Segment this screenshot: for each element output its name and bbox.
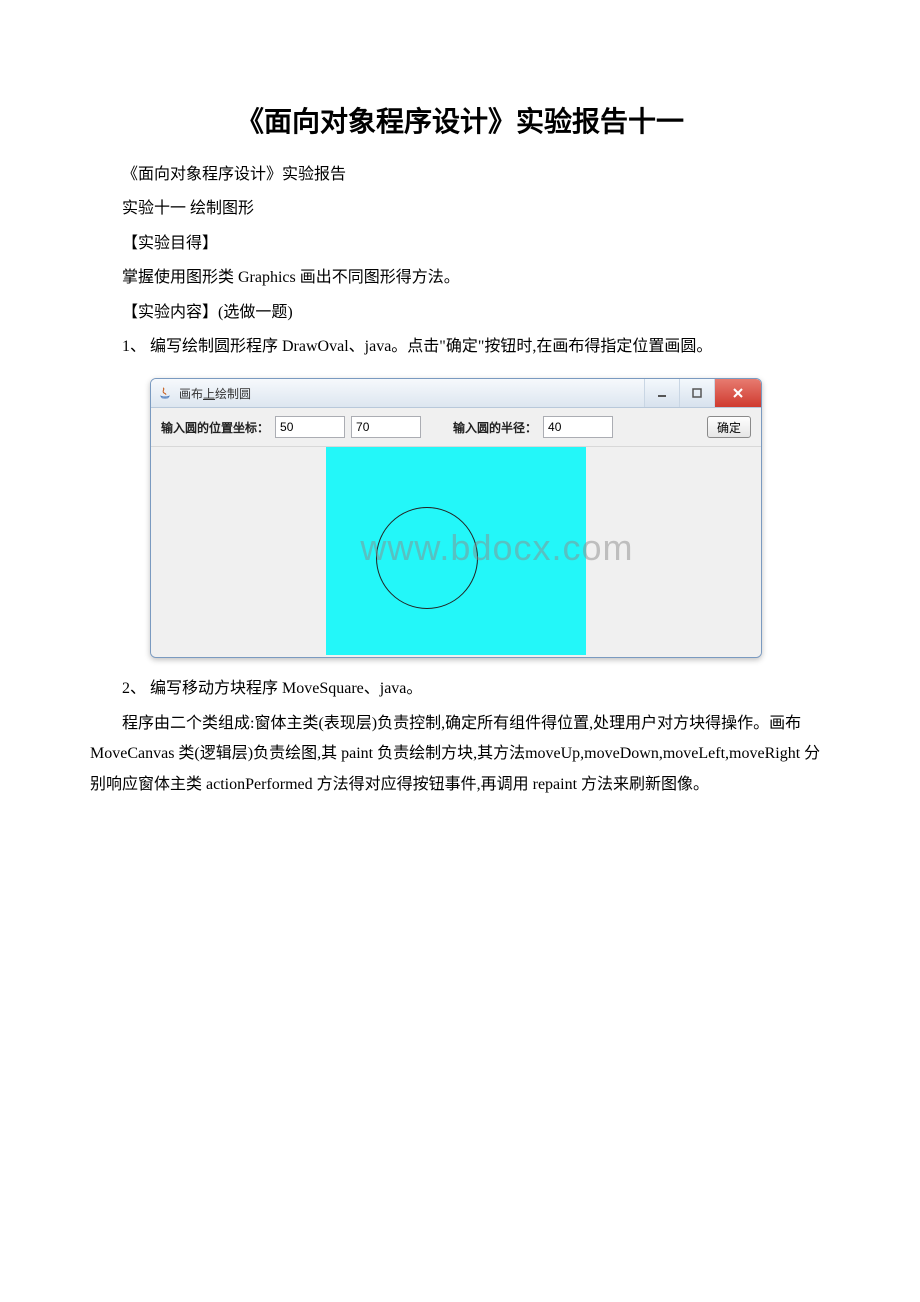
input-x[interactable]	[275, 416, 345, 438]
window-controls	[644, 379, 761, 407]
para-task-2-body: 程序由二个类组成:窗体主类(表现层)负责控制,确定所有组件得位置,处理用户对方块…	[90, 709, 830, 800]
window-title: 画布上绘制圆	[179, 385, 644, 402]
label-radius: 输入圆的半径：	[453, 419, 537, 436]
close-button[interactable]	[714, 379, 761, 407]
java-icon	[157, 385, 173, 401]
input-radius[interactable]	[543, 416, 613, 438]
app-window: 画布上绘制圆 输入圆的位置坐标：	[150, 378, 762, 658]
para-task-2: 2、 编写移动方块程序 MoveSquare、java。	[90, 674, 830, 704]
window-title-prefix: 画布	[179, 387, 203, 401]
window-title-emph: 上	[203, 387, 215, 401]
para-purpose-body: 掌握使用图形类 Graphics 画出不同图形得方法。	[90, 263, 830, 293]
drawn-circle	[376, 507, 478, 609]
toolbar: 输入圆的位置坐标： 输入圆的半径： 确定	[151, 408, 761, 447]
ok-button[interactable]: 确定	[707, 416, 751, 438]
para-subtitle: 《面向对象程序设计》实验报告	[90, 160, 830, 190]
para-experiment-no: 实验十一 绘制图形	[90, 194, 830, 224]
drawing-canvas	[326, 447, 586, 655]
minimize-button[interactable]	[644, 379, 679, 407]
doc-title: 《面向对象程序设计》实验报告十一	[90, 100, 830, 140]
para-task-1: 1、 编写绘制圆形程序 DrawOval、java。点击"确定"按钮时,在画布得…	[90, 332, 830, 362]
screenshot-figure: 画布上绘制圆 输入圆的位置坐标：	[150, 378, 830, 658]
window-title-suffix: 绘制圆	[215, 387, 251, 401]
para-content-heading: 【实验内容】(选做一题)	[90, 298, 830, 328]
label-position: 输入圆的位置坐标：	[161, 419, 269, 436]
canvas-area: www.bdocx.com	[151, 447, 761, 657]
input-y[interactable]	[351, 416, 421, 438]
window-titlebar: 画布上绘制圆	[151, 379, 761, 408]
maximize-button[interactable]	[679, 379, 714, 407]
para-purpose-heading: 【实验目得】	[90, 229, 830, 259]
